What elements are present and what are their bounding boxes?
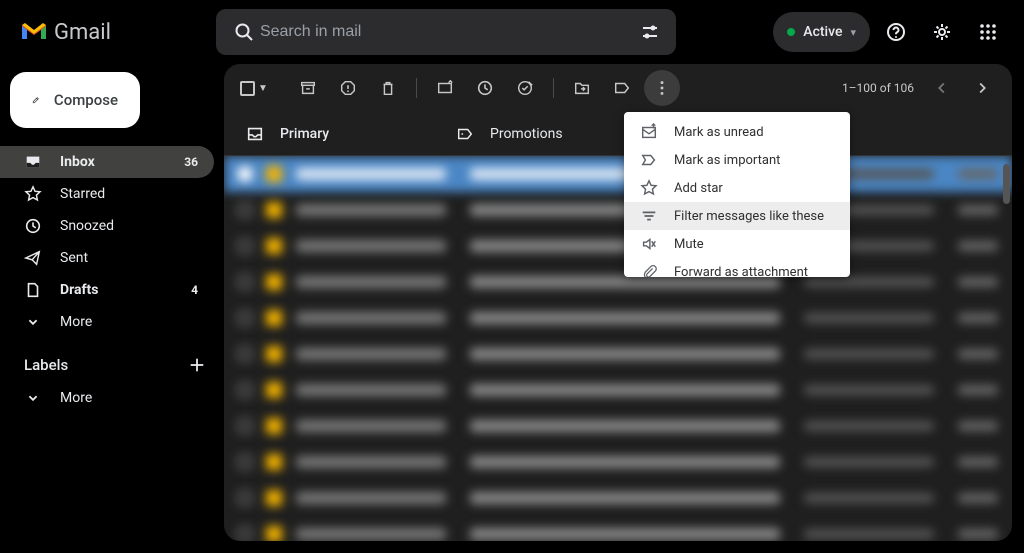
labels-more-label: More xyxy=(60,390,92,406)
status-label: Active xyxy=(803,24,842,40)
menu-label: Forward as attachment xyxy=(674,265,808,278)
compose-label: Compose xyxy=(54,91,118,109)
sidebar: Compose Inbox 36 Starred Snoozed Sent Drafts 4… xyxy=(0,64,224,553)
star-icon xyxy=(640,179,658,197)
tab-promotions[interactable]: Promotions xyxy=(444,112,654,156)
mail-row[interactable] xyxy=(224,228,1012,264)
tag-icon xyxy=(456,125,474,143)
archive-button[interactable] xyxy=(290,70,326,106)
labels-button[interactable] xyxy=(604,70,640,106)
mark-unread-button[interactable] xyxy=(427,70,463,106)
report-spam-button[interactable] xyxy=(330,70,366,106)
mail-row[interactable] xyxy=(224,444,1012,480)
menu-label: Filter messages like these xyxy=(674,209,824,224)
status-dot-icon xyxy=(787,28,795,36)
filter-icon xyxy=(640,207,658,225)
move-to-button[interactable] xyxy=(564,70,600,106)
mail-row[interactable] xyxy=(224,156,1012,192)
mail-row[interactable] xyxy=(224,264,1012,300)
search-bar[interactable] xyxy=(216,9,676,55)
send-icon xyxy=(24,249,42,267)
mail-row[interactable] xyxy=(224,192,1012,228)
tab-primary-label: Primary xyxy=(280,126,329,142)
mail-toolbar: ▼ 1–100 of 106 xyxy=(224,64,1012,112)
menu-important[interactable]: Mark as important xyxy=(624,146,850,174)
nav-inbox[interactable]: Inbox 36 xyxy=(0,146,214,178)
search-icon xyxy=(230,12,258,52)
menu-filter[interactable]: Filter messages like these xyxy=(624,202,850,230)
inbox-icon xyxy=(24,153,42,171)
next-page-button[interactable] xyxy=(964,70,1000,106)
mail-row[interactable] xyxy=(224,408,1012,444)
nav-count: 36 xyxy=(184,155,198,169)
tab-primary[interactable]: Primary xyxy=(234,112,444,156)
prev-page-button[interactable] xyxy=(924,70,960,106)
category-tabs: Primary Promotions xyxy=(224,112,1012,156)
nav-count: 4 xyxy=(191,283,198,297)
chev-icon xyxy=(24,313,42,331)
chevron-down-icon: ▾ xyxy=(850,26,856,39)
nav-sent[interactable]: Sent xyxy=(0,242,214,274)
nav-more[interactable]: More xyxy=(0,306,214,338)
nav-label: Starred xyxy=(60,186,105,202)
mail-row[interactable] xyxy=(224,372,1012,408)
nav-label: More xyxy=(60,314,92,330)
nav-label: Snoozed xyxy=(60,218,114,234)
tab-promotions-label: Promotions xyxy=(490,126,563,142)
select-all-checkbox[interactable]: ▼ xyxy=(236,70,272,106)
labels-more[interactable]: More xyxy=(0,382,214,414)
inbox-icon xyxy=(246,125,264,143)
add-label-icon[interactable] xyxy=(188,356,206,374)
more-actions-menu: Mark as unread Mark as important Add star F… xyxy=(624,112,850,277)
clock-icon xyxy=(24,217,42,235)
app-name: Gmail xyxy=(54,20,111,45)
unread-icon xyxy=(640,123,658,141)
menu-label: Mark as unread xyxy=(674,125,764,140)
search-options-icon[interactable] xyxy=(634,12,666,52)
mail-row[interactable] xyxy=(224,480,1012,516)
compose-button[interactable]: Compose xyxy=(10,72,140,128)
menu-attach[interactable]: Forward as attachment xyxy=(624,258,850,277)
app-header: Gmail Active ▾ xyxy=(0,0,1024,64)
mute-icon xyxy=(640,235,658,253)
nav-label: Inbox xyxy=(60,154,95,170)
mail-list[interactable] xyxy=(224,156,1012,541)
search-input[interactable] xyxy=(258,22,634,42)
status-chip[interactable]: Active ▾ xyxy=(773,12,870,52)
star-icon xyxy=(24,185,42,203)
snooze-button[interactable] xyxy=(467,70,503,106)
nav-label: Sent xyxy=(60,250,88,266)
file-icon xyxy=(24,281,42,299)
content-panel: ▼ 1–100 of 106 Primary xyxy=(224,64,1012,541)
menu-star[interactable]: Add star xyxy=(624,174,850,202)
nav-drafts[interactable]: Drafts 4 xyxy=(0,274,214,306)
menu-label: Mark as important xyxy=(674,153,780,168)
menu-unread[interactable]: Mark as unread xyxy=(624,118,850,146)
mail-row[interactable] xyxy=(224,336,1012,372)
important-icon xyxy=(640,151,658,169)
add-task-button[interactable] xyxy=(507,70,543,106)
mail-row[interactable] xyxy=(224,516,1012,541)
chevron-down-icon xyxy=(24,389,42,407)
labels-title: Labels xyxy=(24,356,68,374)
menu-mute[interactable]: Mute xyxy=(624,230,850,258)
page-info: 1–100 of 106 xyxy=(842,81,914,95)
settings-gear-icon[interactable] xyxy=(922,12,962,52)
labels-header: Labels xyxy=(0,338,224,382)
nav-label: Drafts xyxy=(60,282,98,298)
menu-label: Mute xyxy=(674,237,704,252)
gmail-logo[interactable]: Gmail xyxy=(20,20,111,45)
nav-snoozed[interactable]: Snoozed xyxy=(0,210,214,242)
mail-row[interactable] xyxy=(224,300,1012,336)
apps-grid-icon[interactable] xyxy=(968,12,1008,52)
menu-label: Add star xyxy=(674,181,723,196)
attach-icon xyxy=(640,263,658,277)
help-icon[interactable] xyxy=(876,12,916,52)
delete-button[interactable] xyxy=(370,70,406,106)
scrollbar-thumb[interactable] xyxy=(1003,164,1010,204)
nav-starred[interactable]: Starred xyxy=(0,178,214,210)
pencil-icon xyxy=(32,89,40,111)
more-actions-button[interactable] xyxy=(644,70,680,106)
